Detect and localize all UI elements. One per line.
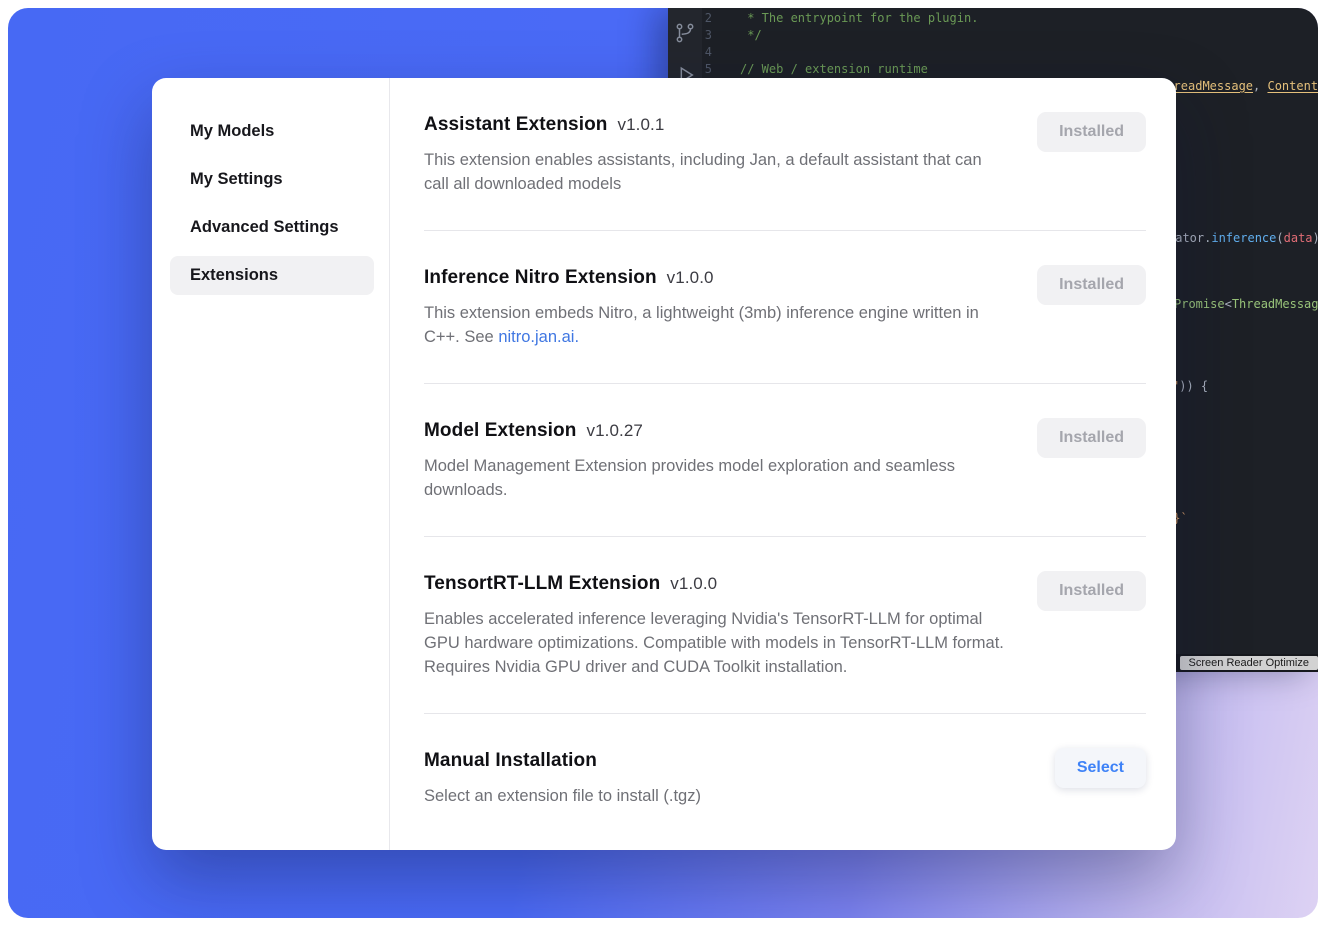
extension-name: Assistant Extension (424, 114, 608, 135)
extension-description: Model Management Extension provides mode… (424, 454, 1009, 502)
manual-installation-description: Select an extension file to install (.tg… (424, 784, 701, 808)
extension-name: Manual Installation (424, 750, 597, 771)
manual-installation-title: Manual Installation (424, 748, 701, 774)
extension-row-assistant: Assistant Extension v1.0.1 This extension… (424, 112, 1146, 230)
nitro-jan-ai-link[interactable]: nitro.jan.ai. (498, 328, 579, 346)
extension-row-inference-nitro: Inference Nitro Extension v1.0.0 This ext… (424, 231, 1146, 383)
sidebar-item-my-settings[interactable]: My Settings (170, 160, 374, 199)
sidebar-item-my-models[interactable]: My Models (170, 112, 374, 151)
installed-button[interactable]: Installed (1037, 571, 1146, 611)
code-fragment: Promise<ThreadMessage> (1174, 296, 1318, 313)
extension-info: Manual Installation Select an extension … (424, 748, 701, 808)
installed-button[interactable]: Installed (1037, 112, 1146, 152)
screen-reader-status-badge[interactable]: Screen Reader Optimize (1180, 656, 1318, 670)
installed-button[interactable]: Installed (1037, 265, 1146, 305)
extension-info: Inference Nitro Extension v1.0.0 This ext… (424, 265, 1009, 349)
settings-sidebar: My Models My Settings Advanced Settings … (152, 78, 390, 850)
extension-title: TensortRT-LLM Extension v1.0.0 (424, 571, 1009, 597)
code-fragment: ")) { (1172, 378, 1208, 395)
extension-title: Assistant Extension v1.0.1 (424, 112, 1009, 138)
extension-info: TensortRT-LLM Extension v1.0.0 Enables ac… (424, 571, 1009, 679)
installed-button[interactable]: Installed (1037, 418, 1146, 458)
extension-version: v1.0.27 (586, 421, 642, 440)
extensions-panel: Assistant Extension v1.0.1 This extension… (390, 78, 1176, 850)
extension-version: v1.0.0 (670, 574, 717, 593)
extension-description: This extension enables assistants, inclu… (424, 148, 1009, 196)
sidebar-item-advanced-settings[interactable]: Advanced Settings (170, 208, 374, 247)
source-control-icon[interactable] (674, 22, 696, 44)
extension-description: This extension embeds Nitro, a lightweig… (424, 301, 1009, 349)
code-fragment: rator.inference(data)); (1168, 230, 1318, 247)
manual-installation-row: Manual Installation Select an extension … (424, 714, 1146, 842)
extension-info: Assistant Extension v1.0.1 This extension… (424, 112, 1009, 196)
extension-description: Enables accelerated inference leveraging… (424, 607, 1009, 679)
select-file-button[interactable]: Select (1055, 748, 1146, 788)
extension-name: Inference Nitro Extension (424, 267, 657, 288)
extension-name: Model Extension (424, 420, 576, 441)
extension-name: TensortRT-LLM Extension (424, 573, 660, 594)
extension-version: v1.0.1 (618, 115, 665, 134)
extension-row-model: Model Extension v1.0.27 Model Management … (424, 384, 1146, 536)
extension-row-tensorrt-llm: TensortRT-LLM Extension v1.0.0 Enables ac… (424, 537, 1146, 713)
extension-info: Model Extension v1.0.27 Model Management … (424, 418, 1009, 502)
extension-title: Model Extension v1.0.27 (424, 418, 1009, 444)
extension-title: Inference Nitro Extension v1.0.0 (424, 265, 1009, 291)
desktop-background: 2 * The entrypoint for the plugin.3 */45… (8, 8, 1318, 918)
sidebar-item-extensions[interactable]: Extensions (170, 256, 374, 295)
settings-modal: My Models My Settings Advanced Settings … (152, 78, 1176, 850)
extension-version: v1.0.0 (667, 268, 714, 287)
